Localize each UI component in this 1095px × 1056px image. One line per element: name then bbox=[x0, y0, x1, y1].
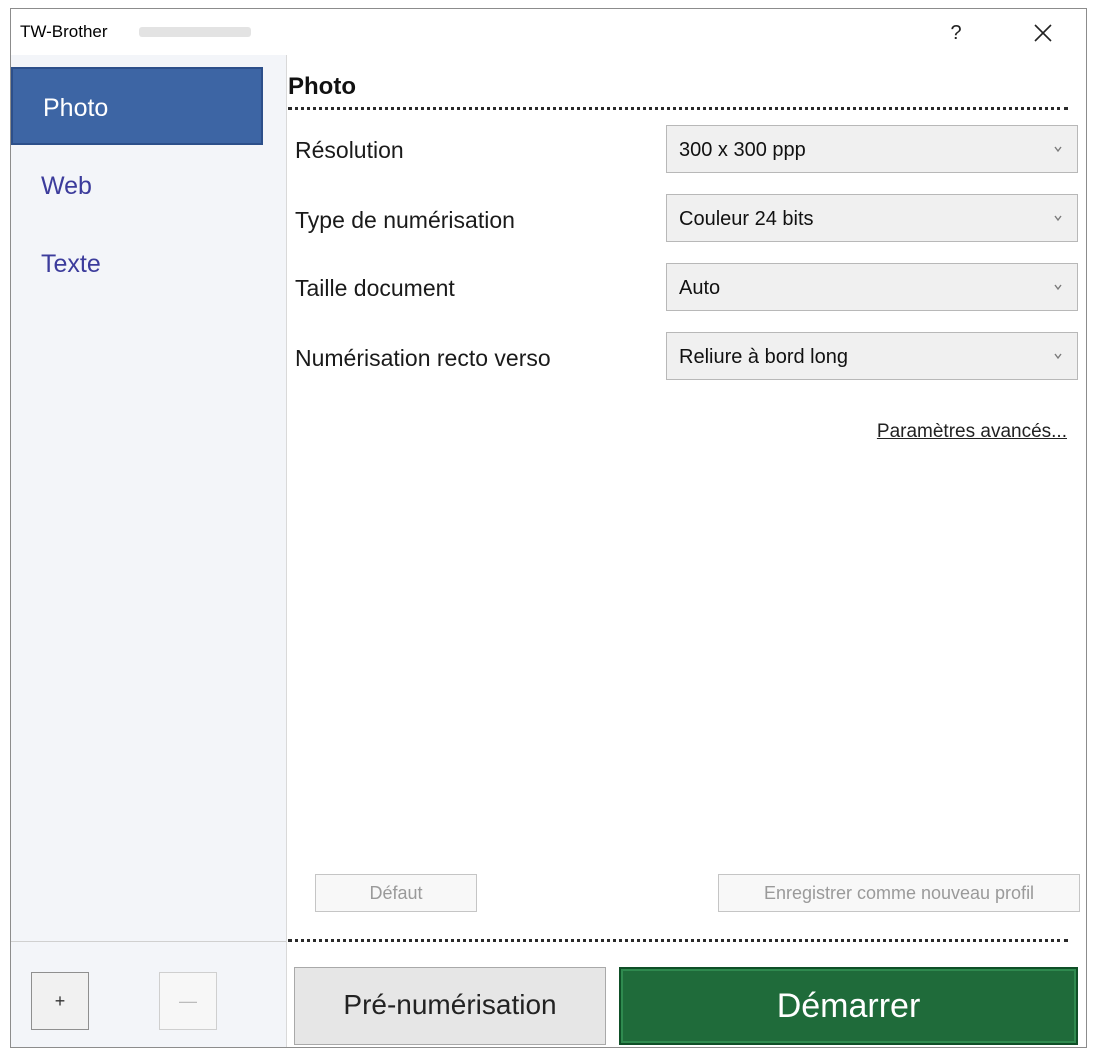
page-title: Photo bbox=[288, 73, 356, 100]
divider-top bbox=[288, 107, 1068, 110]
scanner-dialog: TW-Brother ? Photo Web Texte + — Photo R… bbox=[10, 8, 1087, 1048]
chevron-down-icon bbox=[1054, 146, 1062, 153]
settings-panel: Photo Résolution 300 x 300 ppp Type de n… bbox=[288, 55, 1086, 1047]
sidebar-actions: + — bbox=[11, 941, 286, 1047]
window-title: TW-Brother bbox=[20, 22, 108, 41]
prescan-button[interactable]: Pré-numérisation bbox=[294, 967, 606, 1045]
help-button[interactable]: ? bbox=[936, 17, 976, 49]
chevron-down-icon bbox=[1054, 284, 1062, 291]
duplex-scan-label: Numérisation recto verso bbox=[295, 345, 551, 371]
close-button[interactable] bbox=[1021, 17, 1065, 49]
document-size-label: Taille document bbox=[295, 275, 455, 301]
chevron-down-icon bbox=[1054, 215, 1062, 222]
scan-type-select[interactable]: Couleur 24 bits bbox=[666, 194, 1078, 242]
chevron-down-icon bbox=[1054, 353, 1062, 360]
title-bar: TW-Brother ? bbox=[11, 9, 1086, 55]
document-size-value: Auto bbox=[679, 277, 721, 299]
save-profile-button[interactable]: Enregistrer comme nouveau profil bbox=[718, 874, 1080, 912]
redacted-model-name bbox=[139, 27, 251, 37]
sidebar-item-photo[interactable]: Photo bbox=[11, 67, 263, 145]
resolution-value: 300 x 300 ppp bbox=[679, 139, 806, 161]
scan-type-label: Type de numérisation bbox=[295, 207, 515, 233]
start-button[interactable]: Démarrer bbox=[619, 967, 1078, 1045]
duplex-scan-select[interactable]: Reliure à bord long bbox=[666, 332, 1078, 380]
resolution-label: Résolution bbox=[295, 137, 404, 163]
profile-sidebar: Photo Web Texte + — bbox=[11, 55, 287, 1047]
remove-profile-button[interactable]: — bbox=[159, 972, 217, 1030]
default-button[interactable]: Défaut bbox=[315, 874, 477, 912]
resolution-select[interactable]: 300 x 300 ppp bbox=[666, 125, 1078, 173]
duplex-scan-value: Reliure à bord long bbox=[679, 346, 848, 368]
add-profile-button[interactable]: + bbox=[31, 972, 89, 1030]
close-icon bbox=[1034, 24, 1052, 42]
sidebar-item-web[interactable]: Web bbox=[11, 147, 263, 225]
sidebar-item-texte[interactable]: Texte bbox=[11, 225, 263, 303]
scan-type-value: Couleur 24 bits bbox=[679, 208, 814, 230]
advanced-settings-link[interactable]: Paramètres avancés... bbox=[877, 421, 1067, 443]
document-size-select[interactable]: Auto bbox=[666, 263, 1078, 311]
divider-bottom bbox=[288, 939, 1068, 942]
